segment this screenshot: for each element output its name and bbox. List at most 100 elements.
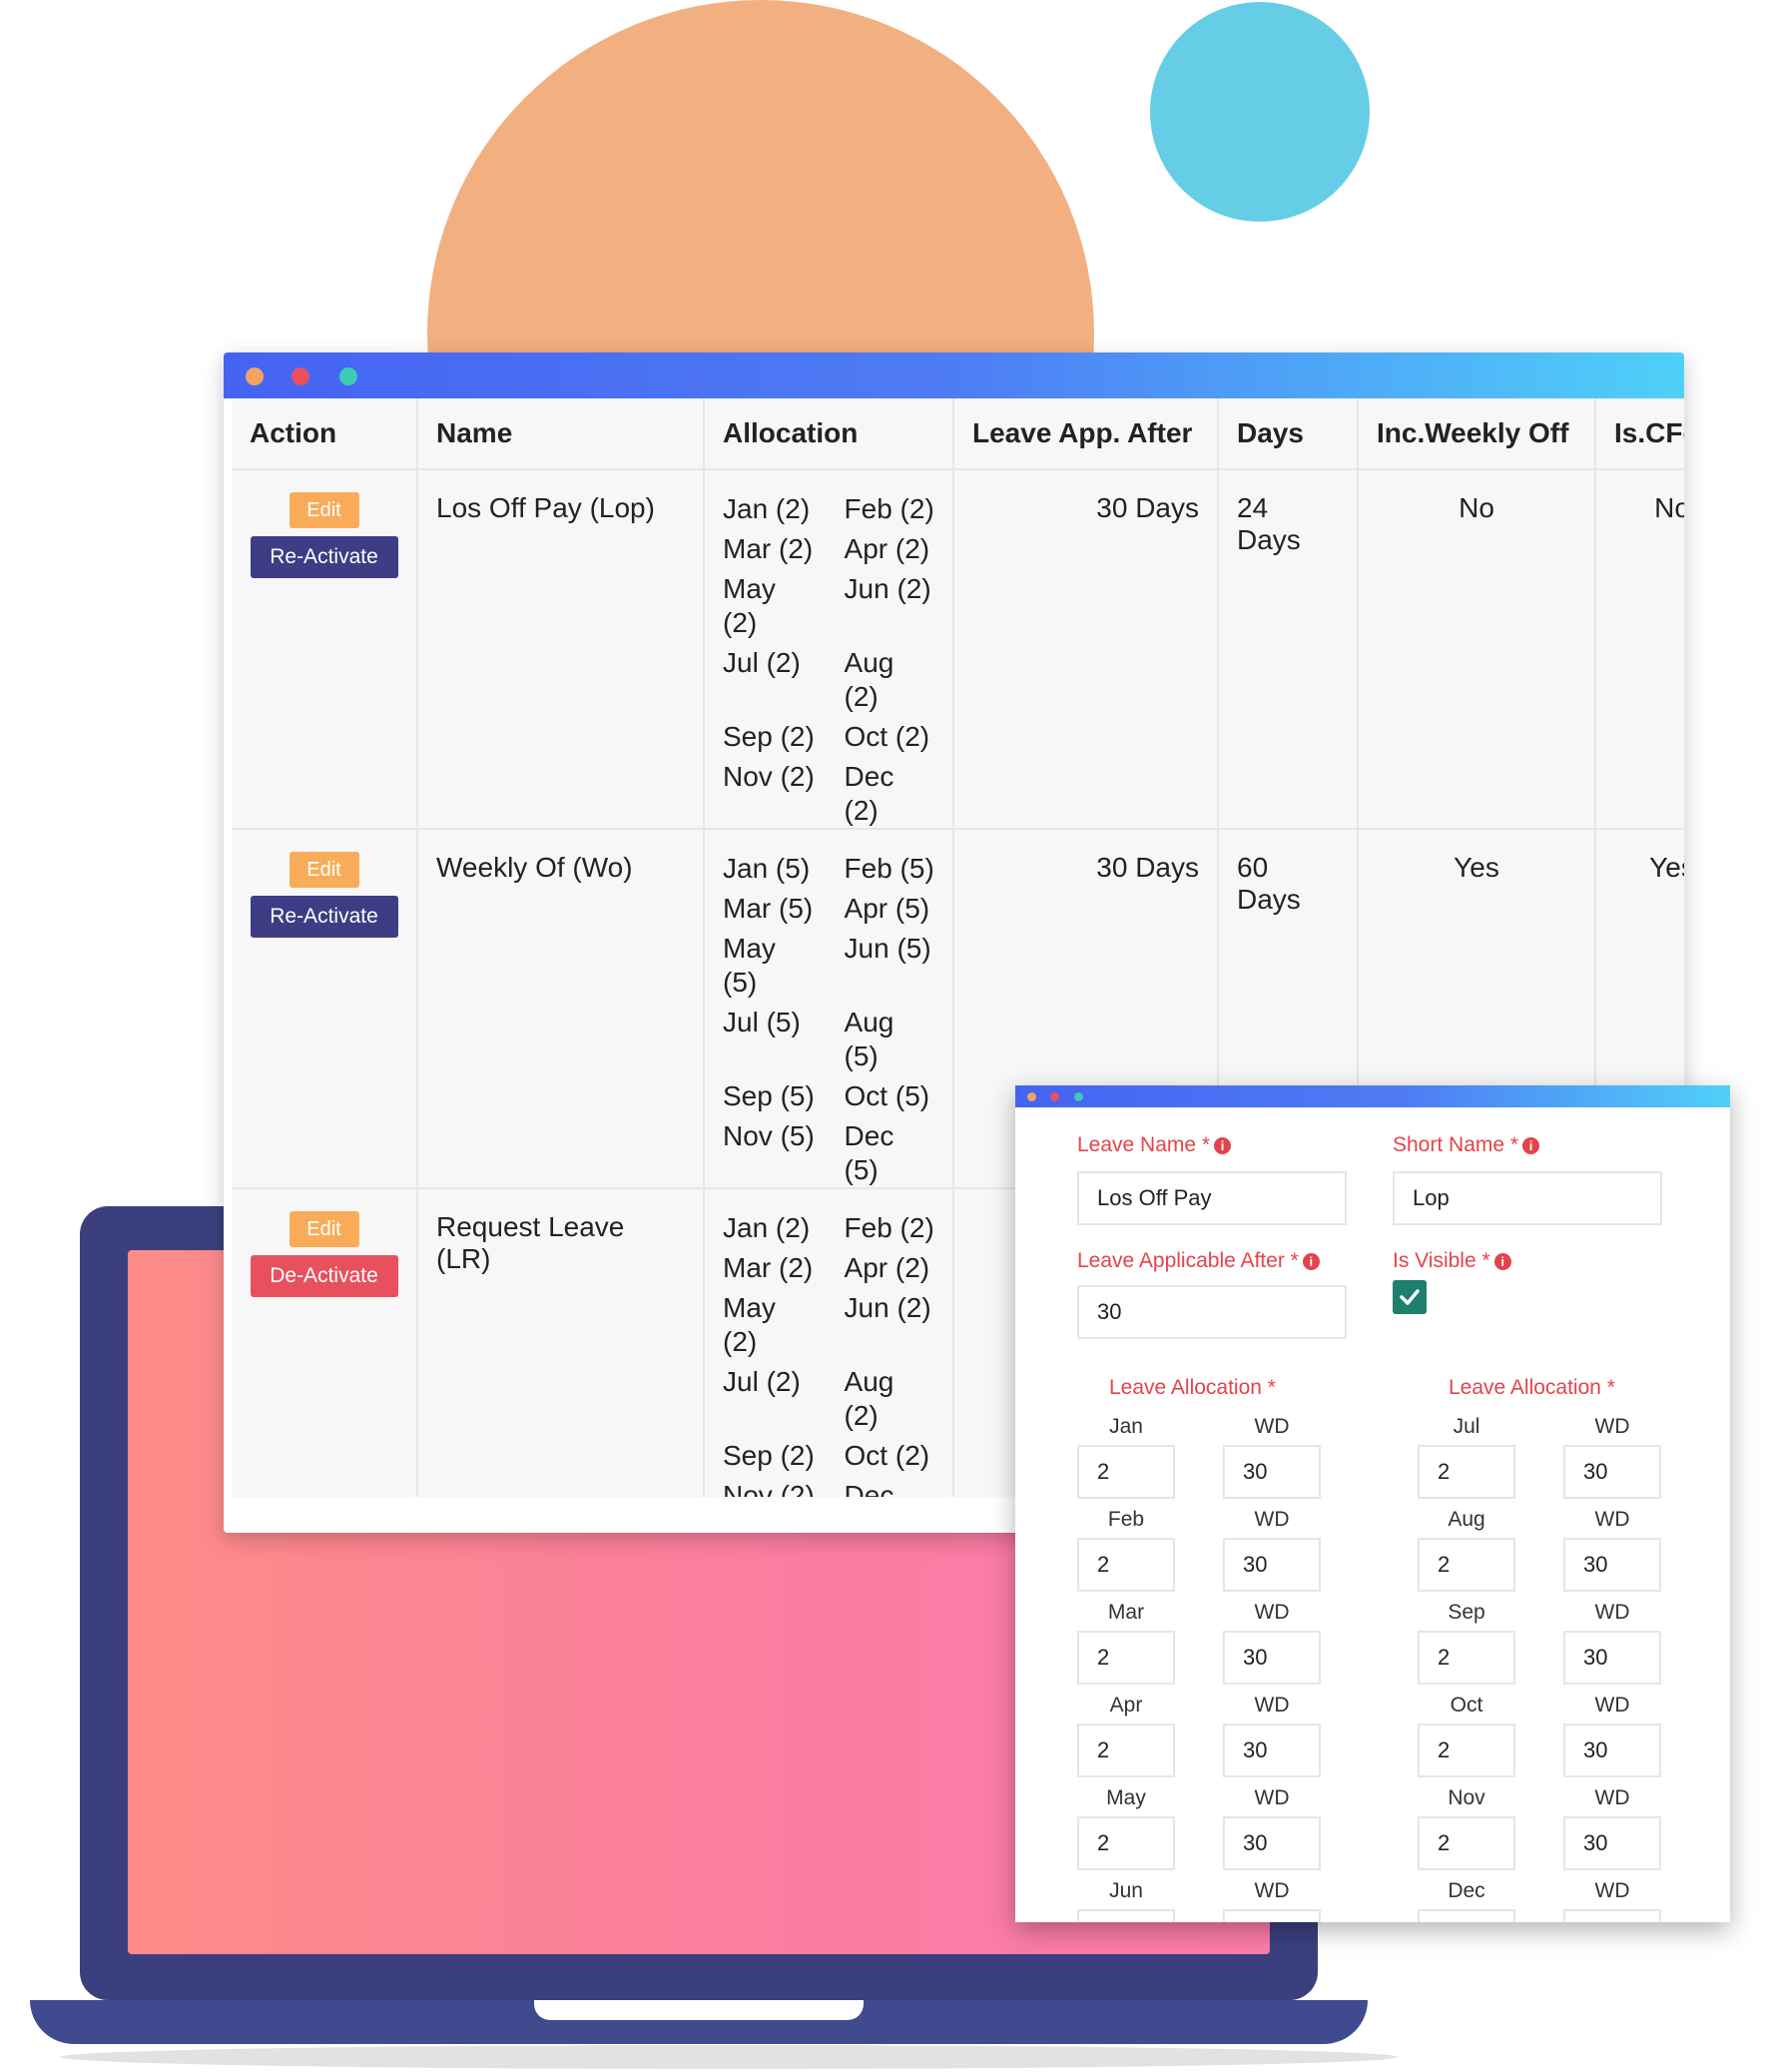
- allocation-value-input[interactable]: [1418, 1538, 1515, 1592]
- allocation-value-input[interactable]: [1418, 1445, 1515, 1499]
- edit-button[interactable]: Edit: [289, 1211, 359, 1247]
- allocation-month: Nov (2): [723, 1480, 815, 1497]
- allocation-month: Dec (5): [844, 1120, 894, 1185]
- leave-allocation-heading-left: Leave Allocation *: [1109, 1376, 1276, 1399]
- info-icon: i: [1522, 1136, 1540, 1154]
- wd-label: WD: [1254, 1694, 1290, 1717]
- edit-leave-form: Leave Name *i Short Name *i Leave Applic…: [1015, 1085, 1730, 1922]
- allocation-value-input[interactable]: [1077, 1445, 1175, 1499]
- info-icon: i: [1214, 1136, 1232, 1154]
- wd-label: WD: [1594, 1508, 1630, 1531]
- allocation-month: Nov (5): [723, 1120, 815, 1151]
- allocation-month: Dec (2): [844, 761, 894, 826]
- leave-name-cell: Request Leave (LR): [417, 1188, 705, 1497]
- working-days-input[interactable]: [1563, 1909, 1661, 1922]
- working-days-input[interactable]: [1563, 1631, 1661, 1685]
- allocation-month: Apr (5): [844, 893, 930, 924]
- allocation-month: Mar (2): [723, 1252, 814, 1283]
- allocation-value-input[interactable]: [1418, 1909, 1515, 1922]
- allocation-value-input[interactable]: [1077, 1724, 1175, 1777]
- action-cell: Edit Re-Activate: [232, 829, 418, 1189]
- allocation-value-input[interactable]: [1077, 1909, 1175, 1922]
- is-cf-cell: No: [1595, 469, 1684, 830]
- wd-label: WD: [1254, 1786, 1290, 1809]
- working-days-input[interactable]: [1563, 1724, 1661, 1777]
- allocation-month: Jan (2): [723, 1212, 811, 1243]
- allocation-month: Sep (2): [723, 1440, 815, 1471]
- month-label: Jan: [1109, 1415, 1143, 1438]
- column-header-days: Days: [1218, 398, 1359, 470]
- allocation-month: Jul (2): [723, 647, 801, 678]
- allocation-month: Nov (2): [723, 761, 815, 792]
- allocation-value-input[interactable]: [1077, 1538, 1175, 1592]
- applicable-after-label: Leave Applicable After * i: [1077, 1249, 1320, 1273]
- re-activate-button[interactable]: Re-Activate: [250, 896, 398, 938]
- month-label: Jul: [1453, 1415, 1480, 1438]
- month-label: Apr: [1109, 1694, 1143, 1717]
- allocation-list: Jan (5) Feb (5) Mar (5) Apr (5) May (5) Jun (…: [723, 852, 934, 1187]
- laptop-shadow: [60, 2045, 1398, 2069]
- working-days-input[interactable]: [1223, 1538, 1321, 1592]
- short-name-input[interactable]: [1393, 1171, 1662, 1225]
- allocation-month: Feb (2): [844, 493, 934, 524]
- allocation-month: Jan (2): [723, 493, 811, 524]
- is-visible-checkbox[interactable]: [1393, 1280, 1427, 1314]
- working-days-input[interactable]: [1563, 1816, 1661, 1870]
- edit-button[interactable]: Edit: [289, 852, 359, 888]
- info-icon: i: [1493, 1252, 1511, 1270]
- month-label: Mar: [1107, 1601, 1145, 1624]
- wd-label: WD: [1594, 1879, 1630, 1902]
- allocation-month: Apr (2): [844, 1252, 930, 1283]
- short-name-label: Short Name * i: [1393, 1133, 1540, 1157]
- table-header-row: Action Name Allocation Leave App. After …: [232, 398, 1684, 470]
- leave-name-cell: Weekly Of (Wo): [417, 829, 705, 1189]
- wd-label: WD: [1594, 1786, 1630, 1809]
- allocation-list: Jan (2) Feb (2) Mar (2) Apr (2) May (2) Jun (…: [723, 1211, 934, 1497]
- working-days-input[interactable]: [1223, 1724, 1321, 1777]
- allocation-value-input[interactable]: [1077, 1816, 1175, 1870]
- allocation-value-input[interactable]: [1077, 1631, 1175, 1685]
- month-label: Sep: [1448, 1601, 1485, 1624]
- column-header-inc-weekly-off: Inc.Weekly Off: [1358, 398, 1596, 470]
- window-dot-teal: [339, 367, 357, 385]
- wd-label: WD: [1254, 1508, 1290, 1531]
- re-activate-button[interactable]: Re-Activate: [250, 536, 398, 578]
- wd-label: WD: [1594, 1601, 1630, 1624]
- leave-name-label-text: Leave Name *: [1077, 1133, 1211, 1156]
- info-icon: i: [1302, 1252, 1320, 1270]
- edit-button[interactable]: Edit: [289, 492, 359, 528]
- applicable-after-label-text: Leave Applicable After *: [1077, 1249, 1299, 1272]
- decorative-blue-circle: [1150, 2, 1370, 222]
- allocation-value-input[interactable]: [1418, 1724, 1515, 1777]
- wd-label: WD: [1594, 1694, 1630, 1717]
- allocation-list: Jan (2) Feb (2) Mar (2) Apr (2) May (2) Jun (…: [723, 492, 934, 828]
- allocation-month: Jun (2): [844, 573, 931, 604]
- leave-name-label: Leave Name * i: [1077, 1133, 1232, 1157]
- applicable-after-input[interactable]: [1077, 1285, 1347, 1339]
- allocation-value-input[interactable]: [1418, 1816, 1515, 1870]
- wd-label: WD: [1254, 1415, 1290, 1438]
- de-activate-button[interactable]: De-Activate: [250, 1255, 398, 1297]
- action-cell: Edit De-Activate: [232, 1188, 418, 1497]
- allocation-month: Aug (2): [844, 1366, 894, 1431]
- working-days-input[interactable]: [1563, 1445, 1661, 1499]
- allocation-month: Jun (2): [844, 1292, 931, 1323]
- working-days-input[interactable]: [1223, 1816, 1321, 1870]
- working-days-input[interactable]: [1223, 1631, 1321, 1685]
- window-titlebar: [224, 352, 1684, 398]
- leave-name-input[interactable]: [1077, 1171, 1347, 1225]
- allocation-month: May (5): [723, 933, 776, 998]
- is-visible-label-text: Is Visible *: [1393, 1249, 1490, 1272]
- wd-label: WD: [1594, 1415, 1630, 1438]
- wd-label: WD: [1254, 1601, 1290, 1624]
- working-days-input[interactable]: [1223, 1445, 1321, 1499]
- column-header-leave-app-after: Leave App. After: [953, 398, 1219, 470]
- allocation-month: Jun (5): [844, 933, 931, 964]
- working-days-input[interactable]: [1223, 1909, 1321, 1922]
- allocation-month: Oct (2): [844, 721, 930, 752]
- month-label: Feb: [1107, 1508, 1145, 1531]
- days-cell: 24 Days: [1218, 469, 1359, 830]
- allocation-value-input[interactable]: [1418, 1631, 1515, 1685]
- window-dot-orange: [246, 367, 264, 385]
- working-days-input[interactable]: [1563, 1538, 1661, 1592]
